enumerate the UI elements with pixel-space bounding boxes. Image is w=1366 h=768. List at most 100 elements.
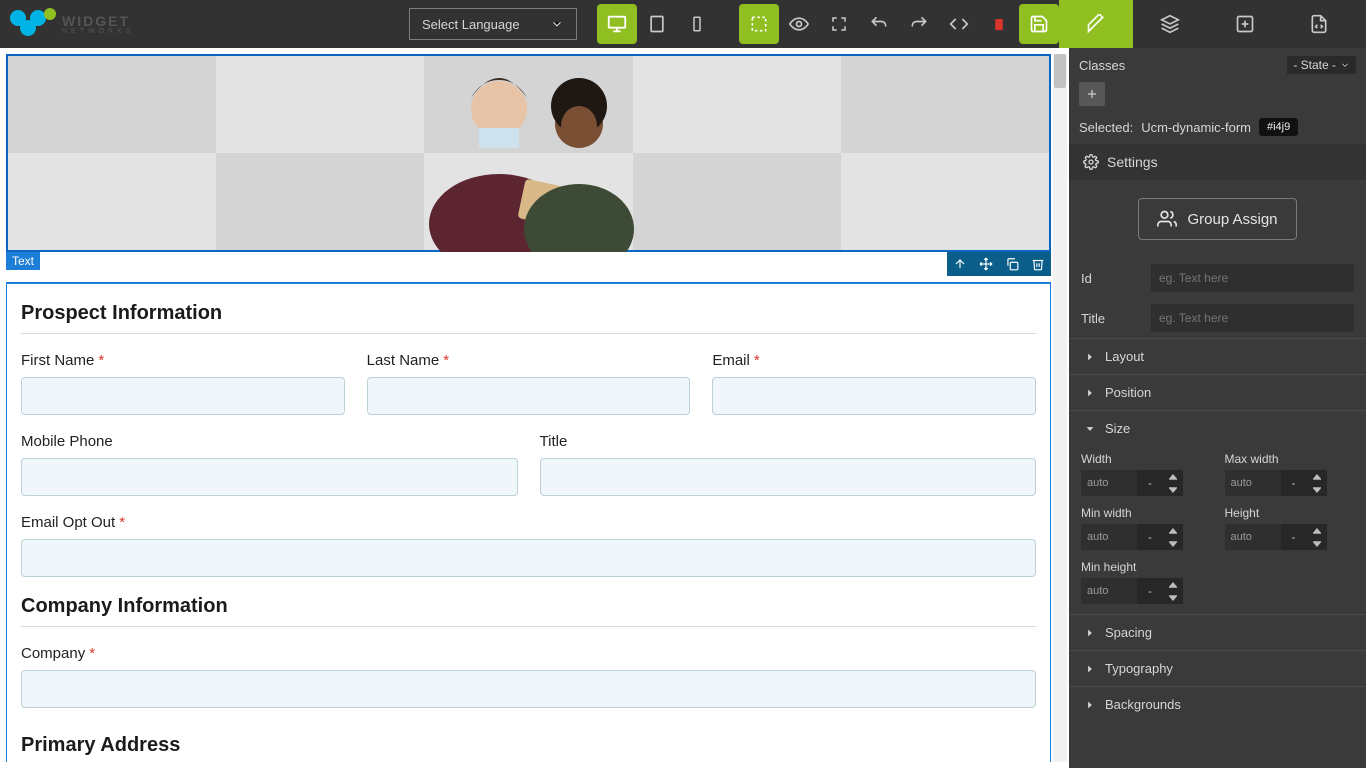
accordion-position[interactable]: Position bbox=[1069, 375, 1366, 410]
mobile-label: Mobile Phone bbox=[21, 433, 113, 450]
form-block[interactable]: Prospect Information First Name* Last Na… bbox=[6, 282, 1051, 762]
trash-icon bbox=[1031, 257, 1045, 271]
layers-icon bbox=[1160, 14, 1180, 34]
top-toolbar: WIDGET NETWORKS Select Language bbox=[0, 0, 1366, 48]
min-width-field: Min width - bbox=[1081, 506, 1211, 550]
first-name-input[interactable] bbox=[21, 377, 345, 415]
mobile-view-button[interactable] bbox=[677, 4, 717, 44]
width-field: Width - bbox=[1081, 452, 1211, 496]
style-panel-tab[interactable] bbox=[1059, 0, 1133, 48]
settings-section-header[interactable]: Settings bbox=[1069, 144, 1366, 180]
min-width-input[interactable] bbox=[1081, 524, 1137, 550]
max-width-field: Max width - bbox=[1225, 452, 1355, 496]
caret-right-icon bbox=[1085, 664, 1095, 674]
company-input[interactable] bbox=[21, 670, 1036, 708]
trash-icon bbox=[992, 15, 1006, 33]
fullscreen-icon bbox=[830, 15, 848, 33]
group-assign-button[interactable]: Group Assign bbox=[1138, 198, 1296, 240]
min-height-stepper[interactable] bbox=[1163, 578, 1183, 604]
eye-icon bbox=[789, 14, 809, 34]
save-button[interactable] bbox=[1019, 4, 1059, 44]
title-setting-row: Title bbox=[1069, 298, 1366, 338]
undo-button[interactable] bbox=[859, 4, 899, 44]
caret-right-icon bbox=[1085, 388, 1095, 398]
save-icon bbox=[1029, 14, 1049, 34]
company-label: Company* bbox=[21, 645, 95, 662]
min-width-stepper[interactable] bbox=[1163, 524, 1183, 550]
height-stepper[interactable] bbox=[1307, 524, 1327, 550]
optout-label: Email Opt Out* bbox=[21, 514, 125, 531]
width-stepper[interactable] bbox=[1163, 470, 1183, 496]
brush-icon bbox=[1086, 14, 1106, 34]
width-input[interactable] bbox=[1081, 470, 1137, 496]
caret-down-icon bbox=[1340, 60, 1350, 70]
preview-button[interactable] bbox=[779, 4, 819, 44]
page-settings-panel-tab[interactable] bbox=[1282, 0, 1356, 48]
chevron-down-icon bbox=[550, 17, 564, 31]
last-name-input[interactable] bbox=[367, 377, 691, 415]
canvas-scrollbar[interactable] bbox=[1053, 54, 1067, 762]
mobile-icon bbox=[688, 15, 706, 33]
height-input[interactable] bbox=[1225, 524, 1281, 550]
fullscreen-button[interactable] bbox=[819, 4, 859, 44]
accordion-spacing[interactable]: Spacing bbox=[1069, 615, 1366, 650]
select-outline-button[interactable] bbox=[739, 4, 779, 44]
min-height-input[interactable] bbox=[1081, 578, 1137, 604]
desktop-view-button[interactable] bbox=[597, 4, 637, 44]
file-code-icon bbox=[1309, 14, 1329, 34]
selection-toolbar bbox=[947, 252, 1051, 276]
desktop-icon bbox=[606, 13, 628, 35]
redo-button[interactable] bbox=[899, 4, 939, 44]
delete-button[interactable] bbox=[979, 4, 1019, 44]
code-view-button[interactable] bbox=[939, 4, 979, 44]
title-field: Title bbox=[540, 433, 1037, 496]
optout-input[interactable] bbox=[21, 539, 1036, 577]
device-preview-group bbox=[597, 4, 717, 44]
tablet-view-button[interactable] bbox=[637, 4, 677, 44]
add-class-button[interactable] bbox=[1079, 82, 1105, 106]
language-select[interactable]: Select Language bbox=[409, 8, 577, 40]
max-width-input[interactable] bbox=[1225, 470, 1281, 496]
accordion-typography[interactable]: Typography bbox=[1069, 651, 1366, 686]
clone-button[interactable] bbox=[999, 252, 1025, 276]
first-name-label: First Name* bbox=[21, 352, 104, 369]
divider bbox=[21, 333, 1036, 334]
section-title-company: Company Information bbox=[21, 595, 1036, 618]
brand-logo: WIDGET NETWORKS bbox=[10, 10, 134, 38]
email-input[interactable] bbox=[712, 377, 1036, 415]
drag-handle-button[interactable] bbox=[973, 252, 999, 276]
attr-title-input[interactable] bbox=[1151, 304, 1354, 332]
email-label: Email* bbox=[712, 352, 759, 369]
panel-tabs bbox=[1059, 0, 1356, 48]
title-input[interactable] bbox=[540, 458, 1037, 496]
brand-name: WIDGET bbox=[62, 14, 134, 28]
height-field: Height - bbox=[1225, 506, 1355, 550]
classes-label: Classes bbox=[1079, 58, 1125, 73]
mobile-input[interactable] bbox=[21, 458, 518, 496]
id-input[interactable] bbox=[1151, 264, 1354, 292]
accordion-size[interactable]: Size bbox=[1069, 411, 1366, 446]
selection-tag: Text bbox=[6, 252, 40, 270]
remove-selection-button[interactable] bbox=[1025, 252, 1051, 276]
state-dropdown[interactable]: - State - bbox=[1287, 56, 1356, 74]
max-width-stepper[interactable] bbox=[1307, 470, 1327, 496]
canvas[interactable]: Text Prospect Information First Name* bbox=[6, 54, 1051, 762]
undo-icon bbox=[869, 14, 889, 34]
add-block-panel-tab[interactable] bbox=[1208, 0, 1282, 48]
tablet-icon bbox=[647, 14, 667, 34]
layers-panel-tab[interactable] bbox=[1133, 0, 1207, 48]
title-label: Title bbox=[540, 433, 568, 450]
accordion-backgrounds[interactable]: Backgrounds bbox=[1069, 687, 1366, 722]
id-setting-row: Id bbox=[1069, 258, 1366, 298]
optout-field: Email Opt Out* bbox=[21, 514, 1036, 577]
gear-icon bbox=[1083, 154, 1099, 170]
section-title-prospect: Prospect Information bbox=[21, 302, 1036, 325]
arrow-up-icon bbox=[953, 257, 967, 271]
width-unit[interactable]: - bbox=[1137, 470, 1163, 496]
caret-right-icon bbox=[1085, 700, 1095, 710]
move-up-button[interactable] bbox=[947, 252, 973, 276]
settings-label: Settings bbox=[1107, 154, 1158, 170]
accordion-layout[interactable]: Layout bbox=[1069, 339, 1366, 374]
id-label: Id bbox=[1081, 271, 1141, 286]
edit-tools-group bbox=[739, 4, 1059, 44]
